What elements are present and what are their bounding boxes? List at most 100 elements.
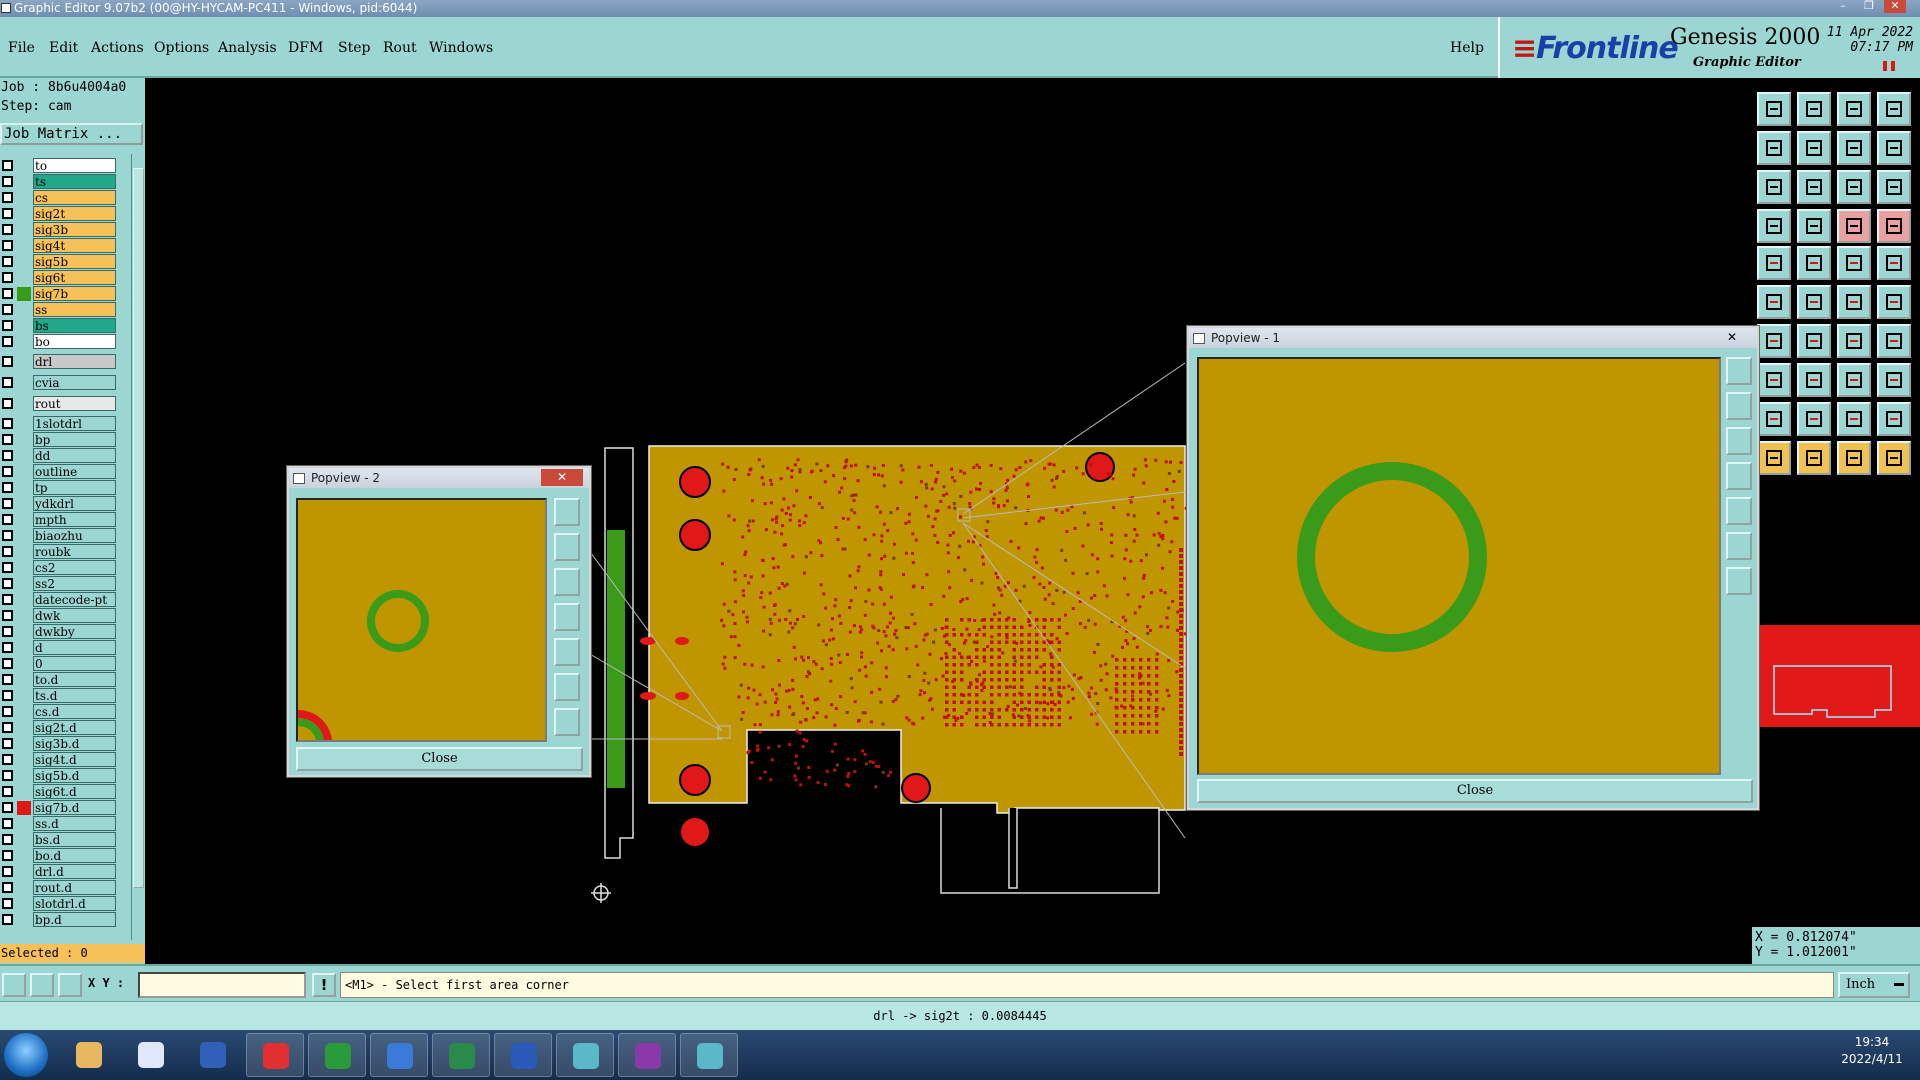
layer-row-bs[interactable]: bs — [0, 318, 132, 334]
layer-checkbox[interactable] — [2, 256, 13, 267]
layer-color-swatch[interactable] — [17, 481, 31, 495]
layer-name[interactable]: outline — [33, 464, 116, 479]
eye-app-icon[interactable] — [556, 1033, 614, 1077]
delete-icon[interactable] — [1797, 285, 1831, 319]
layer-row-outline[interactable]: outline — [0, 464, 132, 480]
move-point-icon[interactable] — [1837, 285, 1871, 319]
layer-checkbox[interactable] — [2, 336, 13, 347]
layer-name[interactable]: biaozhu — [33, 528, 116, 543]
layer-color-swatch[interactable] — [17, 577, 31, 591]
menu-rout[interactable]: Rout — [383, 40, 417, 56]
layer-row-d[interactable]: d — [0, 640, 132, 656]
board-overview[interactable] — [1757, 625, 1920, 727]
layer-name[interactable]: sig2t.d — [33, 720, 116, 735]
home-icon[interactable] — [1837, 92, 1871, 126]
layer-checkbox[interactable] — [2, 738, 13, 749]
layer-name[interactable]: sig5b.d — [33, 768, 116, 783]
layer-row-sig6t-d[interactable]: sig6t.d — [0, 784, 132, 800]
layer-row-ydkdrl[interactable]: ydkdrl — [0, 496, 132, 512]
edit-pad-icon[interactable] — [1757, 363, 1791, 397]
layer-row-bs-d[interactable]: bs.d — [0, 832, 132, 848]
layer-color-swatch[interactable] — [17, 849, 31, 863]
feather-icon[interactable] — [370, 1033, 428, 1077]
scale-1-1-icon[interactable] — [1837, 170, 1871, 204]
layer-row-cs-d[interactable]: cs.d — [0, 704, 132, 720]
menu-windows[interactable]: Windows — [429, 40, 493, 56]
arc-tool-icon[interactable] — [1837, 324, 1871, 358]
angle-tool-icon[interactable] — [1757, 324, 1791, 358]
layer-color-swatch[interactable] — [17, 417, 31, 431]
notepad-icon[interactable] — [122, 1033, 180, 1077]
layer-color-swatch[interactable] — [17, 737, 31, 751]
layer-name[interactable]: tp — [33, 480, 116, 495]
layer-name[interactable]: sig4t — [33, 238, 116, 253]
layer-checkbox[interactable] — [2, 272, 13, 283]
popview-2-view[interactable] — [296, 498, 547, 742]
layer-name[interactable]: 0 — [33, 656, 116, 671]
layer-color-swatch[interactable] — [17, 721, 31, 735]
layer-row-rout-d[interactable]: rout.d — [0, 880, 132, 896]
scrollbar-thumb[interactable] — [133, 168, 144, 888]
layer-name[interactable]: to.d — [33, 672, 116, 687]
layer-row-0[interactable]: 0 — [0, 656, 132, 672]
transform-icon[interactable] — [1877, 363, 1911, 397]
layer-row-bp[interactable]: bp — [0, 432, 132, 448]
polygon-a-icon[interactable] — [1757, 402, 1791, 436]
layer-checkbox[interactable] — [2, 626, 13, 637]
layer-color-swatch[interactable] — [17, 513, 31, 527]
menu-step[interactable]: Step — [338, 40, 370, 56]
popview-2-zoom-window-icon[interactable] — [554, 498, 580, 526]
layer-name[interactable]: roubk — [33, 544, 116, 559]
layer-checkbox[interactable] — [2, 466, 13, 477]
layer-name[interactable]: drl.d — [33, 864, 116, 879]
layer-name[interactable]: d — [33, 640, 116, 655]
layer-row-dwkby[interactable]: dwkby — [0, 624, 132, 640]
layer-color-swatch[interactable] — [17, 625, 31, 639]
layer-row-to[interactable]: to — [0, 158, 132, 174]
layer-row-dd[interactable]: dd — [0, 448, 132, 464]
layer-color-swatch[interactable] — [17, 657, 31, 671]
layer-row-cs[interactable]: cs — [0, 190, 132, 206]
layer-checkbox[interactable] — [2, 802, 13, 813]
menu-options[interactable]: Options — [154, 40, 209, 56]
minimize-icon[interactable]: – — [1832, 0, 1854, 13]
tray-clock[interactable]: 19:34 2022/4/11 — [1830, 1034, 1914, 1068]
layer-checkbox[interactable] — [2, 770, 13, 781]
layer-row-sig2t-d[interactable]: sig2t.d — [0, 720, 132, 736]
measure-icon[interactable] — [1757, 209, 1791, 243]
popview-1-center-icon[interactable] — [1726, 567, 1752, 595]
toggle-view-icon[interactable] — [1837, 131, 1871, 165]
slice-line-icon[interactable] — [1797, 363, 1831, 397]
cursor-query-icon[interactable] — [1877, 441, 1911, 475]
polygon-b-icon[interactable] — [1797, 402, 1831, 436]
popview-2-zoom-in-icon[interactable] — [554, 533, 580, 561]
menu-dfm[interactable]: DFM — [288, 40, 323, 56]
popview-1-zoom-in-icon[interactable] — [1726, 392, 1752, 420]
layer-checkbox[interactable] — [2, 320, 13, 331]
layer-checkbox[interactable] — [2, 754, 13, 765]
layer-row-sig7b-d[interactable]: sig7b.d — [0, 800, 132, 816]
layer-color-swatch[interactable] — [17, 881, 31, 895]
layer-name[interactable]: 1slotdrl — [33, 416, 116, 431]
popview-1-fit-icon[interactable] — [1726, 532, 1752, 560]
layer-name[interactable]: dwkby — [33, 624, 116, 639]
layer-name[interactable]: bo.d — [33, 848, 116, 863]
genesis-icon[interactable] — [618, 1033, 676, 1077]
layer-row-sig3b[interactable]: sig3b — [0, 222, 132, 238]
xy-input[interactable] — [138, 972, 306, 998]
layer-checkbox[interactable] — [2, 866, 13, 877]
layer-name[interactable]: sig6t — [33, 270, 116, 285]
layer-checkbox[interactable] — [2, 786, 13, 797]
layer-checkbox[interactable] — [2, 722, 13, 733]
close-layer-icon[interactable] — [1797, 92, 1831, 126]
popview-1-close-icon[interactable]: ✕ — [1711, 329, 1753, 346]
layer-checkbox[interactable] — [2, 530, 13, 541]
layer-row-ss2[interactable]: ss2 — [0, 576, 132, 592]
layer-color-swatch[interactable] — [17, 497, 31, 511]
layer-name[interactable]: rout — [33, 396, 116, 411]
layer-checkbox[interactable] — [2, 658, 13, 669]
layer-color-swatch[interactable] — [17, 303, 31, 317]
layer-color-swatch[interactable] — [17, 465, 31, 479]
shell-icon[interactable] — [60, 1033, 118, 1077]
ruler-icon[interactable] — [1837, 246, 1871, 280]
